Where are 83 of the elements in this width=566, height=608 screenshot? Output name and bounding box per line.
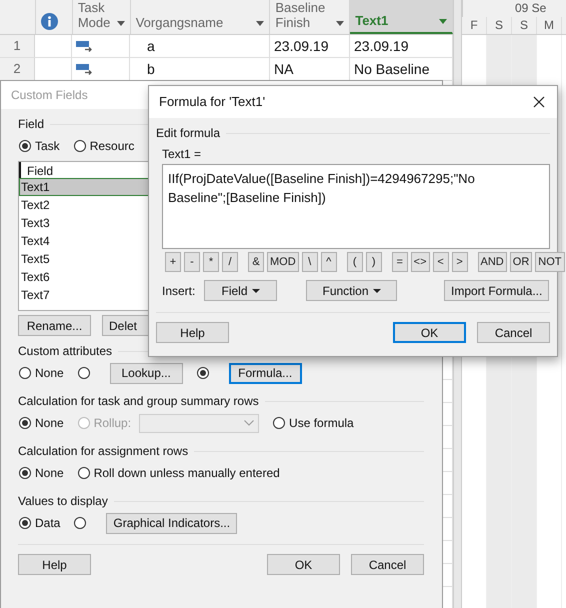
dialog-button[interactable]: OK xyxy=(393,322,466,343)
dialog-button[interactable]: Formula... xyxy=(228,362,302,384)
field-label: Text1 = xyxy=(162,147,202,162)
operator-button[interactable]: / xyxy=(222,252,238,272)
radio-label: Use formula xyxy=(289,416,354,430)
column-header[interactable]: Task Mode xyxy=(72,0,131,34)
radio-button[interactable] xyxy=(19,517,31,529)
insert-button[interactable]: Import Formula... xyxy=(444,280,550,301)
dialog-button[interactable]: Graphical Indicators... xyxy=(106,512,238,534)
group-heading: Calculation for assignment rows xyxy=(18,444,188,458)
caret-icon xyxy=(252,288,260,292)
operator-button[interactable]: AND xyxy=(478,252,507,272)
window-title: Formula for 'Text1' xyxy=(159,93,266,111)
dropdown-arrow-icon[interactable] xyxy=(256,21,264,26)
dialog-button[interactable]: Rename... xyxy=(18,315,91,336)
operator-button[interactable]: + xyxy=(165,252,181,272)
task-mode-icon xyxy=(76,40,93,52)
formula-field[interactable]: IIf(ProjDateValue([Baseline Finish])=4294967295;"No Baseline";[Baseline Finish]) xyxy=(162,164,550,249)
close-icon[interactable] xyxy=(533,96,545,108)
operator-button[interactable]: ( xyxy=(346,252,363,272)
operator-button[interactable]: \ xyxy=(302,252,318,272)
operator-button[interactable]: < xyxy=(432,252,449,272)
operator-button[interactable]: = xyxy=(392,252,408,272)
radio-button[interactable] xyxy=(196,367,209,379)
operator-button[interactable]: ) xyxy=(366,252,382,272)
group-heading: Values to display xyxy=(18,494,108,508)
dialog-button[interactable]: Cancel xyxy=(477,322,550,343)
day-label: S xyxy=(487,17,512,34)
caret-icon xyxy=(372,288,381,292)
dialog-button[interactable]: Help xyxy=(18,554,91,575)
operator-button[interactable]: <> xyxy=(410,252,430,272)
radio-label: Roll down unless manually entered xyxy=(94,466,280,480)
dropdown-arrow-icon[interactable] xyxy=(336,21,344,26)
radio-button[interactable] xyxy=(78,367,90,379)
radio-button[interactable] xyxy=(74,517,86,529)
group-heading: Calculation for task and group summary rows xyxy=(18,394,259,408)
operator-button[interactable]: * xyxy=(203,252,219,272)
dropdown-arrow-icon[interactable] xyxy=(116,21,125,26)
chevron-icon xyxy=(244,420,254,426)
table-cell: 23.09.19 xyxy=(270,35,350,57)
row-number: 1 xyxy=(0,35,35,57)
day-label: S xyxy=(512,17,537,34)
radio-button[interactable] xyxy=(78,467,90,479)
radio-button[interactable] xyxy=(19,417,31,429)
operator-button[interactable]: NOT xyxy=(535,252,564,272)
operator-button[interactable]: ^ xyxy=(320,252,337,272)
radio-button[interactable] xyxy=(19,367,31,379)
group-heading: Edit formula xyxy=(156,126,220,140)
dialog-button[interactable]: Help xyxy=(156,322,229,343)
radio-button[interactable] xyxy=(19,467,31,479)
radio-label: None xyxy=(35,466,64,480)
radio-label: None xyxy=(35,366,64,380)
radio-button[interactable] xyxy=(19,140,31,152)
radio-label: Task xyxy=(35,139,60,153)
dropdown-arrow-icon[interactable] xyxy=(438,19,447,24)
group-heading: Field xyxy=(18,117,44,131)
operator-button[interactable]: MOD xyxy=(267,252,299,272)
radio-label: Data xyxy=(35,516,60,530)
operator-button[interactable]: - xyxy=(184,252,200,272)
task-mode-icon xyxy=(76,64,93,74)
dialog-button[interactable]: Lookup... xyxy=(110,362,183,384)
operator-button[interactable]: > xyxy=(452,252,468,272)
insert-label: Insert: xyxy=(162,284,196,298)
dialog-button[interactable]: Cancel xyxy=(351,554,424,575)
row-number: 2 xyxy=(0,58,35,80)
day-label: M xyxy=(537,17,562,34)
column-header[interactable]: Vorgangsname xyxy=(130,0,270,34)
timescale-label: 09 Se xyxy=(515,1,546,15)
column-header[interactable]: Text1 xyxy=(350,0,453,34)
insert-button[interactable]: Field xyxy=(204,280,277,301)
radio-label: Rollup: xyxy=(94,416,132,430)
table-cell: a xyxy=(130,35,270,57)
insert-button[interactable]: Function xyxy=(306,280,397,301)
operator-button[interactable]: & xyxy=(248,252,264,272)
info-icon xyxy=(40,13,58,30)
radio-button[interactable] xyxy=(273,417,286,429)
operator-button[interactable]: OR xyxy=(510,252,532,272)
radio-label: Resourc xyxy=(90,139,134,153)
radio-button[interactable] xyxy=(74,140,86,152)
day-label: F xyxy=(462,17,487,34)
radio-label: None xyxy=(35,416,64,430)
dialog-button[interactable]: OK xyxy=(267,554,340,575)
group-heading: Custom attributes xyxy=(18,344,112,358)
